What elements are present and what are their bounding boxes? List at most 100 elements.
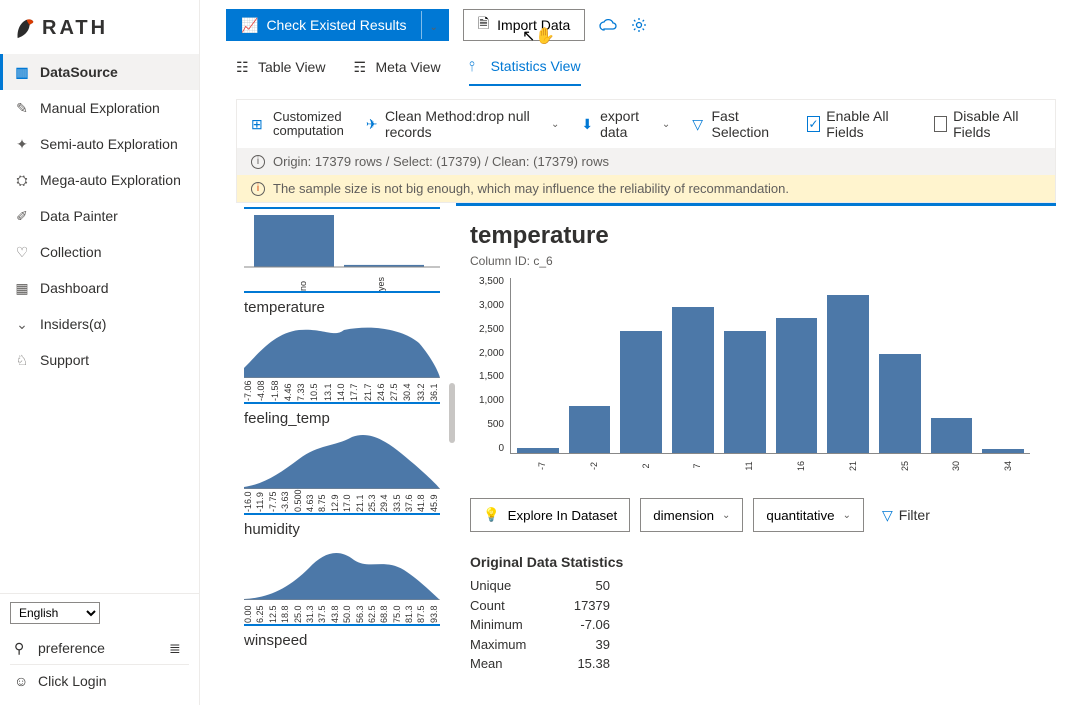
sidebar-item-label: Support bbox=[40, 352, 89, 368]
disable-all-checkbox[interactable]: Disable All Fields bbox=[934, 108, 1041, 140]
logo: RATH bbox=[0, 0, 199, 54]
enable-all-checkbox[interactable]: ✓Enable All Fields bbox=[807, 108, 912, 140]
tool-label: Disable All Fields bbox=[953, 108, 1041, 140]
mini-field[interactable]: noyes bbox=[244, 207, 440, 293]
stats-row: Median15.5 bbox=[470, 674, 610, 678]
bird-icon bbox=[14, 14, 36, 42]
user-icon: ☺ bbox=[14, 673, 30, 689]
mini-chart bbox=[244, 429, 440, 489]
tab-meta-view[interactable]: ☶ Meta View bbox=[353, 50, 440, 86]
stats-row: Count17379 bbox=[470, 596, 610, 616]
view-tabs: ☷Table View ☶ Meta View ⫯ Statistics View bbox=[200, 50, 1080, 87]
tab-statistics-view[interactable]: ⫯ Statistics View bbox=[469, 50, 581, 86]
explore-in-dataset-button[interactable]: 💡Explore In Dataset bbox=[470, 498, 630, 532]
tab-label: Statistics View bbox=[491, 58, 581, 74]
mini-field[interactable]: temperature-7.06-4.08-1.584.467.3310.513… bbox=[244, 299, 440, 404]
stats-title: Original Data Statistics bbox=[470, 554, 1056, 570]
info-row: iOrigin: 17379 rows / Select: (17379) / … bbox=[237, 148, 1055, 175]
histogram-chart: 05001,0001,5002,0002,5003,0003,500 -7-22… bbox=[470, 276, 1030, 468]
field-title: temperature bbox=[470, 222, 1056, 250]
cloud-button[interactable] bbox=[599, 18, 617, 32]
sidebar-item-manual-exploration[interactable]: ✎Manual Exploration bbox=[0, 90, 199, 126]
settings-button[interactable] bbox=[631, 17, 647, 33]
chevron-down-icon: ⌄ bbox=[722, 510, 730, 521]
bar bbox=[879, 354, 921, 454]
stats-row: Unique50 bbox=[470, 576, 610, 596]
mini-xticks: 0.006.2512.518.825.031.337.543.850.056.3… bbox=[244, 600, 440, 624]
split-chevron[interactable]: ⌄ bbox=[421, 11, 442, 39]
sidebar-item-insiders[interactable]: ⌄Insiders(α) bbox=[0, 306, 199, 342]
robot-icon: ⛭ bbox=[14, 172, 30, 188]
broom-icon: ✈ bbox=[366, 116, 379, 132]
stats-row: Maximum39 bbox=[470, 635, 610, 655]
tool-label: export data bbox=[600, 108, 656, 140]
support-icon: ♘ bbox=[14, 352, 30, 368]
sidebar-item-dashboard[interactable]: ▦ Dashboard bbox=[0, 270, 199, 306]
sidebar-item-datasource[interactable]: ▥DataSource bbox=[0, 54, 199, 90]
grid-icon: ▦ bbox=[14, 280, 30, 296]
btn-label: dimension bbox=[653, 508, 714, 523]
chevron-down-icon: ⌄ bbox=[551, 119, 559, 130]
import-data-button[interactable]: 🗎 Import Data bbox=[463, 9, 585, 41]
resize-gutter[interactable] bbox=[448, 203, 456, 677]
spark-icon: ✦ bbox=[14, 136, 30, 152]
topbar: 📈 Check Existed Results ⌄ 🗎 Import Data bbox=[200, 0, 1080, 50]
export-data-dropdown[interactable]: ⬇export data⌄ bbox=[581, 108, 670, 140]
btn-label: quantitative bbox=[766, 508, 834, 523]
meta-icon: ☶ bbox=[353, 59, 369, 75]
fast-selection-button[interactable]: ▽Fast Selection bbox=[692, 108, 784, 140]
tab-table-view[interactable]: ☷Table View bbox=[236, 50, 325, 86]
sidebar-item-label: Collection bbox=[40, 244, 101, 260]
checkbox-checked-icon: ✓ bbox=[807, 116, 821, 132]
main: 📈 Check Existed Results ⌄ 🗎 Import Data … bbox=[200, 0, 1080, 705]
filter-label: Filter bbox=[899, 507, 930, 523]
funnel-icon: ▽ bbox=[692, 116, 705, 132]
login-button[interactable]: ☺Click Login bbox=[10, 664, 189, 697]
mini-title: feeling_temp bbox=[244, 410, 440, 427]
language-select[interactable]: English bbox=[10, 602, 100, 624]
content-split: noyestemperature-7.06-4.08-1.584.467.331… bbox=[236, 203, 1056, 677]
filter-button[interactable]: ▽Filter bbox=[882, 507, 930, 524]
sidebar-item-mega-auto[interactable]: ⛭ Mega-auto Exploration bbox=[0, 162, 199, 198]
mini-field[interactable]: feeling_temp-16.0-11.9-7.75-3.630.5004.6… bbox=[244, 410, 440, 515]
quantitative-select[interactable]: quantitative ⌄ bbox=[753, 498, 864, 532]
customized-computation-button[interactable]: ⊞Customizedcomputation bbox=[251, 110, 344, 139]
sidebar-footer: English ⚲preference≣ ☺Click Login bbox=[0, 593, 199, 705]
sidebar-item-semi-auto[interactable]: ✦Semi-auto Exploration bbox=[0, 126, 199, 162]
stats-icon: ⫯ bbox=[469, 58, 485, 74]
clean-method-dropdown[interactable]: ✈Clean Method:drop null records⌄ bbox=[366, 108, 560, 140]
mini-field[interactable]: humidity0.006.2512.518.825.031.337.543.8… bbox=[244, 521, 440, 626]
resize-handle-icon bbox=[449, 383, 455, 443]
edit-icon: ✎ bbox=[14, 100, 30, 116]
info-icon: i bbox=[251, 155, 265, 169]
sidebar-item-label: DataSource bbox=[40, 64, 118, 80]
grid-plus-icon: ⊞ bbox=[251, 116, 267, 132]
chevron-down-icon: ⌄ bbox=[843, 510, 851, 521]
mini-title: temperature bbox=[244, 299, 440, 316]
mini-field[interactable]: winspeed bbox=[244, 632, 440, 677]
tab-label: Meta View bbox=[375, 59, 440, 75]
check-existed-results-button[interactable]: 📈 Check Existed Results ⌄ bbox=[226, 9, 449, 41]
sidebar-item-collection[interactable]: ♡Collection bbox=[0, 234, 199, 270]
dimension-select[interactable]: dimension ⌄ bbox=[640, 498, 743, 532]
stats-row: Minimum-7.06 bbox=[470, 615, 610, 635]
sidebar-item-label: Insiders(α) bbox=[40, 316, 106, 332]
person-icon: ⚲ bbox=[14, 640, 30, 656]
sidebar-item-data-painter[interactable]: ✐Data Painter bbox=[0, 198, 199, 234]
sidebar-item-label: Mega-auto Exploration bbox=[40, 172, 181, 188]
sidebar-item-label: Dashboard bbox=[40, 280, 109, 296]
bar bbox=[620, 331, 662, 454]
btn-label: Explore In Dataset bbox=[508, 508, 618, 523]
mini-chart bbox=[244, 540, 440, 600]
toolbar-card: ⊞Customizedcomputation ✈Clean Method:dro… bbox=[236, 99, 1056, 203]
btn-label: Check Existed Results bbox=[266, 17, 406, 33]
pref-label: preference bbox=[38, 640, 105, 656]
brush-icon: ✐ bbox=[14, 208, 30, 224]
bar bbox=[724, 331, 766, 454]
preference-link[interactable]: ⚲preference≣ bbox=[10, 632, 189, 664]
sidebar-item-support[interactable]: ♘ Support bbox=[0, 342, 199, 378]
chevron-down-icon: ⌄ bbox=[430, 22, 438, 33]
warning-text: The sample size is not big enough, which… bbox=[273, 181, 789, 196]
detail-controls: 💡Explore In Dataset dimension ⌄ quantitat… bbox=[470, 498, 1056, 532]
x-axis: -7-227111621253034 bbox=[510, 454, 1030, 468]
